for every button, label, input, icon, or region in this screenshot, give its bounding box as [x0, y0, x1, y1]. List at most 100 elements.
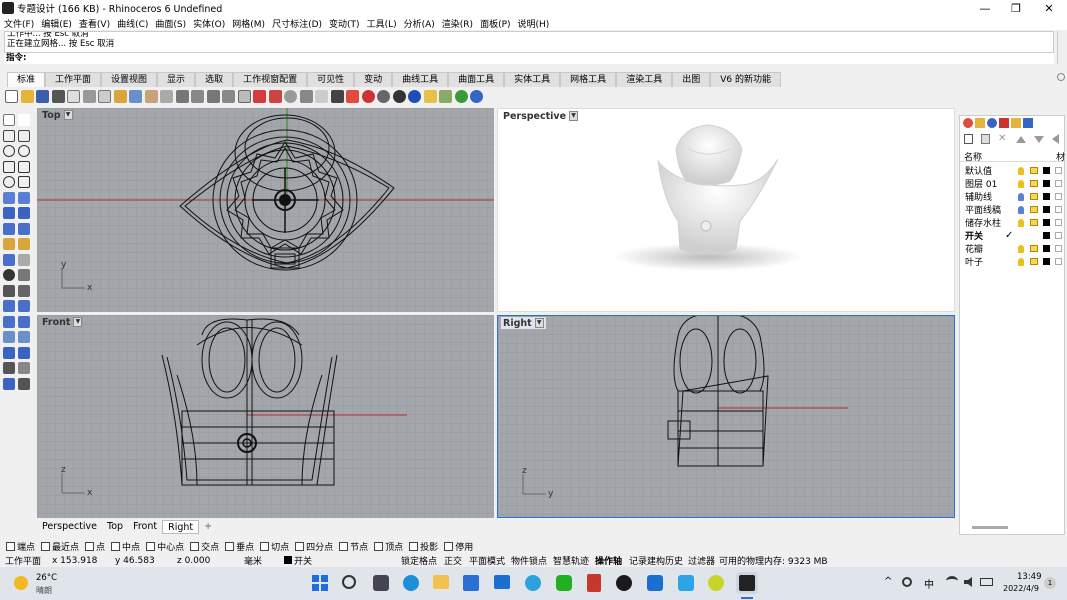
help-tab-icon[interactable] [1023, 118, 1033, 128]
layer-color-swatch[interactable] [1043, 167, 1050, 174]
osnap-near[interactable]: 最近点 [41, 540, 79, 553]
layer-row-current[interactable]: 开关 ✓ [960, 229, 1064, 242]
menu-dimension[interactable]: 尺寸标注(D) [268, 17, 325, 30]
show-objects-icon[interactable] [268, 89, 282, 103]
circle-icon[interactable] [3, 145, 15, 157]
layer-color-swatch[interactable] [1043, 232, 1050, 239]
loft-icon[interactable] [18, 191, 30, 204]
app-ball-icon[interactable] [708, 575, 724, 591]
import-icon[interactable] [67, 89, 80, 103]
rotate-icon[interactable] [3, 315, 15, 328]
tab-select[interactable]: 选取 [195, 72, 234, 87]
pan-hand-icon[interactable] [144, 89, 158, 103]
line-icon[interactable] [18, 129, 30, 142]
menu-panels[interactable]: 面板(P) [476, 17, 513, 30]
viewport-menu-icon[interactable]: ▼ [534, 318, 544, 328]
tab-display[interactable]: 显示 [157, 72, 196, 87]
menu-edit[interactable]: 编辑(E) [37, 17, 75, 30]
viewport-menu-icon[interactable]: ▼ [63, 110, 73, 120]
lock-icon[interactable] [1030, 180, 1038, 187]
point-icon[interactable] [18, 114, 30, 126]
settings-gear-icon[interactable] [1057, 73, 1065, 81]
split-icon[interactable] [3, 284, 15, 297]
lock-icon[interactable] [1030, 258, 1038, 265]
viewport-title-front[interactable]: Front ▼ [40, 316, 84, 328]
array-icon[interactable] [18, 331, 30, 343]
menu-view[interactable]: 查看(V) [75, 17, 113, 30]
file-explorer-icon[interactable] [433, 575, 449, 589]
print-icon[interactable] [51, 89, 65, 103]
layer-row[interactable]: 花瓣 [960, 242, 1064, 255]
material-swatch[interactable] [1055, 193, 1062, 200]
viewport-menu-icon[interactable]: ▼ [569, 111, 579, 121]
menu-file[interactable]: 文件(F) [0, 17, 37, 30]
boolean-difference-icon[interactable] [18, 238, 30, 250]
layer-row[interactable]: 储存水柱 [960, 216, 1064, 229]
viewport-front[interactable]: Front ▼ x z [37, 315, 494, 518]
checkbox[interactable] [41, 542, 51, 551]
osnap-vertex[interactable]: 顶点 [374, 540, 403, 553]
zoom-window-icon[interactable] [191, 89, 204, 103]
viewport-tab-front[interactable]: Front [128, 520, 162, 534]
tab-transform[interactable]: 变动 [354, 72, 393, 87]
layer-color-swatch[interactable] [1043, 245, 1050, 252]
undo-icon[interactable] [129, 89, 142, 103]
select-arrow-icon[interactable] [3, 114, 15, 126]
minimize-button[interactable]: — [968, 0, 1002, 16]
lock-icon[interactable] [1030, 167, 1038, 174]
current-layer-check-icon[interactable]: ✓ [1005, 230, 1013, 241]
tray-app-icon[interactable] [902, 577, 912, 587]
tab-mesh-tools[interactable]: 网格工具 [560, 72, 617, 87]
layer-icon[interactable] [330, 89, 344, 103]
shaded-sphere-icon[interactable] [377, 89, 390, 103]
menu-surface[interactable]: 曲面(S) [151, 17, 189, 30]
checkbox[interactable] [339, 542, 349, 551]
material-swatch[interactable] [1055, 167, 1062, 174]
tray-chevron-icon[interactable]: ^ [884, 576, 892, 587]
checkbox[interactable] [260, 542, 270, 551]
move-down-icon[interactable] [1034, 135, 1044, 143]
curve-icon[interactable] [3, 176, 15, 188]
viewport-tab-right[interactable]: Right [162, 520, 200, 534]
libraries-tab-icon[interactable] [1011, 118, 1021, 128]
move-icon[interactable] [3, 300, 15, 312]
surface-icon[interactable] [3, 191, 15, 204]
bulb-icon[interactable] [1018, 179, 1024, 188]
save-icon[interactable] [36, 89, 49, 103]
layer-color-swatch[interactable] [1043, 258, 1050, 265]
bulb-icon[interactable] [1018, 257, 1024, 266]
menu-help[interactable]: 说明(H) [514, 17, 553, 30]
mirror-icon[interactable] [3, 331, 15, 343]
checkbox[interactable] [6, 542, 15, 551]
material-swatch[interactable] [1055, 206, 1062, 213]
app-blue-icon[interactable] [525, 575, 541, 591]
tab-v6-new[interactable]: V6 的新功能 [710, 72, 781, 87]
menu-curve[interactable]: 曲线(C) [113, 17, 151, 30]
tab-curve-tools[interactable]: 曲线工具 [392, 72, 449, 87]
app-dark-icon[interactable] [616, 575, 632, 591]
zoom-selected-icon[interactable] [222, 89, 235, 103]
bulb-icon[interactable] [1018, 205, 1024, 214]
checkbox[interactable] [409, 542, 419, 551]
new-sublayer-icon[interactable] [981, 134, 990, 144]
layer-color-swatch[interactable] [1043, 206, 1050, 213]
bulb-icon[interactable] [1018, 218, 1024, 227]
wifi-icon[interactable] [946, 576, 958, 586]
tab-render-tools[interactable]: 渲染工具 [616, 72, 673, 87]
viewport-tab-top[interactable]: Top [102, 520, 128, 534]
checkbox[interactable] [295, 542, 305, 551]
open-file-icon[interactable] [20, 89, 34, 103]
menu-transform[interactable]: 变动(T) [325, 17, 363, 30]
status-filter[interactable]: 过滤器 [688, 554, 715, 567]
bulb-icon[interactable] [1018, 166, 1024, 175]
zoom-icon[interactable] [175, 89, 189, 103]
new-layer-icon[interactable] [964, 134, 973, 144]
material-swatch[interactable] [1055, 245, 1062, 252]
grasshopper-icon[interactable] [454, 89, 468, 103]
osnap-intersection[interactable]: 交点 [190, 540, 219, 553]
battery-icon[interactable] [980, 578, 993, 586]
close-button[interactable]: ✕ [1032, 0, 1066, 16]
ellipse-icon[interactable] [18, 145, 30, 157]
bulb-icon[interactable] [1018, 244, 1024, 253]
windows-start-icon[interactable] [312, 575, 328, 591]
